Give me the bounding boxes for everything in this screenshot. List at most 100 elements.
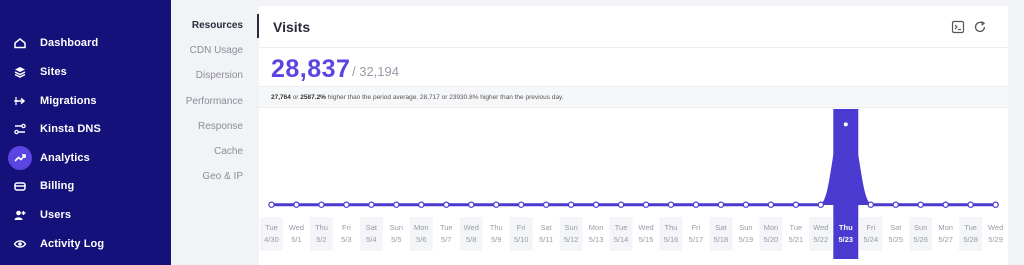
card-header: Visits bbox=[259, 6, 1008, 48]
data-point[interactable] bbox=[967, 201, 974, 208]
summary-text: 27,764 or 2587.2% higher than the period… bbox=[271, 94, 564, 101]
visits-card: Visits 28,837 / 32,194 27,764 or 2587.2%… bbox=[259, 6, 1008, 265]
data-point[interactable] bbox=[343, 201, 350, 208]
sidebar-item-users[interactable]: Users bbox=[0, 200, 171, 229]
data-point[interactable] bbox=[892, 201, 899, 208]
data-point[interactable] bbox=[592, 201, 600, 208]
terminal-icon[interactable] bbox=[951, 20, 965, 34]
subnav-item-resources[interactable]: Resources bbox=[192, 20, 243, 31]
subnav-item-cache[interactable]: Cache bbox=[214, 146, 243, 157]
sidebar-item-billing[interactable]: Billing bbox=[0, 171, 171, 200]
x-tick-day: Sat bbox=[541, 223, 553, 232]
x-tick-date: 5/12 bbox=[564, 235, 579, 244]
data-point[interactable] bbox=[992, 201, 999, 208]
migrate-icon bbox=[9, 90, 31, 112]
x-tick-date: 5/26 bbox=[913, 235, 928, 244]
x-tick-date: 5/28 bbox=[963, 235, 978, 244]
x-tick-day: Wed bbox=[813, 223, 828, 232]
billing-icon bbox=[9, 175, 31, 197]
layers-icon bbox=[9, 61, 31, 83]
x-tick-day: Tue bbox=[265, 223, 278, 232]
data-point[interactable] bbox=[792, 201, 800, 208]
data-point[interactable] bbox=[418, 201, 425, 208]
sidebar-item-sites[interactable]: Sites bbox=[0, 57, 171, 86]
data-point[interactable] bbox=[817, 201, 825, 208]
data-point[interactable] bbox=[567, 201, 575, 208]
sidebar-item-label: Dashboard bbox=[40, 36, 99, 49]
x-tick-day: Tue bbox=[790, 223, 803, 232]
x-tick-day: Sat bbox=[890, 223, 902, 232]
card-title: Visits bbox=[273, 19, 311, 35]
x-tick-date: 5/20 bbox=[764, 235, 779, 244]
x-tick-date: 5/7 bbox=[441, 235, 451, 244]
data-point[interactable] bbox=[393, 201, 400, 208]
data-point[interactable] bbox=[642, 201, 650, 208]
sidebar-item-label: Activity Log bbox=[40, 237, 105, 250]
x-tick-date: 5/4 bbox=[366, 235, 376, 244]
data-point[interactable] bbox=[767, 201, 775, 208]
x-tick-date: 5/9 bbox=[491, 235, 501, 244]
data-point[interactable] bbox=[443, 201, 450, 208]
sidebar-item-activity-log[interactable]: Activity Log bbox=[0, 229, 171, 258]
x-tick-day: Fri bbox=[342, 223, 351, 232]
x-tick-day: Fri bbox=[517, 223, 526, 232]
data-point[interactable] bbox=[268, 201, 275, 208]
visits-total: / 32,194 bbox=[352, 64, 399, 79]
sidebar-item-label: Kinsta DNS bbox=[40, 122, 101, 135]
data-point[interactable] bbox=[368, 201, 375, 208]
x-tick-day: Sat bbox=[715, 223, 727, 232]
subnav-item-geo-ip[interactable]: Geo & IP bbox=[202, 171, 243, 182]
x-tick-date: 5/16 bbox=[664, 235, 679, 244]
data-point[interactable] bbox=[717, 201, 725, 208]
add-user-icon bbox=[9, 204, 31, 226]
sidebar-item-kinsta-dns[interactable]: Kinsta DNS bbox=[0, 114, 171, 143]
data-point[interactable] bbox=[742, 201, 750, 208]
subnav-item-cdn-usage[interactable]: CDN Usage bbox=[190, 45, 243, 56]
refresh-icon[interactable] bbox=[973, 20, 987, 34]
subnav-item-performance[interactable]: Performance bbox=[186, 96, 243, 107]
x-tick-day: Mon bbox=[764, 223, 779, 232]
subnav-item-response[interactable]: Response bbox=[198, 121, 243, 132]
sidebar-item-migrations[interactable]: Migrations bbox=[0, 86, 171, 115]
x-tick-day: Wed bbox=[289, 223, 304, 232]
data-point[interactable] bbox=[468, 201, 475, 208]
data-point[interactable] bbox=[867, 201, 874, 208]
x-tick-day: Sun bbox=[564, 223, 577, 232]
x-tick-date: 5/13 bbox=[589, 235, 604, 244]
x-tick-day: Sun bbox=[739, 223, 752, 232]
x-tick-date: 5/27 bbox=[938, 235, 953, 244]
data-point[interactable] bbox=[542, 201, 550, 208]
data-point[interactable] bbox=[692, 201, 700, 208]
x-tick-day: Mon bbox=[589, 223, 604, 232]
x-tick-date: 5/21 bbox=[789, 235, 804, 244]
data-point[interactable] bbox=[617, 201, 625, 208]
x-tick-date: 5/3 bbox=[341, 235, 351, 244]
data-point[interactable] bbox=[517, 201, 525, 208]
sidebar-item-dashboard[interactable]: Dashboard bbox=[0, 28, 171, 57]
x-tick-date: 5/1 bbox=[291, 235, 301, 244]
x-tick-day: Thu bbox=[839, 223, 853, 232]
sidebar-item-label: Migrations bbox=[40, 94, 97, 107]
sidebar-item-analytics[interactable]: Analytics bbox=[0, 143, 171, 172]
trend-icon bbox=[8, 145, 32, 170]
x-tick-date: 5/17 bbox=[689, 235, 704, 244]
sidebar: Dashboard Sites Migrations Kinsta DNS Analyt… bbox=[0, 0, 171, 265]
x-tick-day: Mon bbox=[414, 223, 429, 232]
x-tick-day: Fri bbox=[692, 223, 701, 232]
data-point[interactable] bbox=[667, 201, 675, 208]
x-tick-date: 5/5 bbox=[391, 235, 401, 244]
data-point[interactable] bbox=[493, 201, 500, 208]
x-tick-date: 5/15 bbox=[639, 235, 654, 244]
data-point[interactable] bbox=[318, 201, 325, 208]
data-point[interactable] bbox=[942, 201, 949, 208]
visits-chart: Tue 4/30 Wed 5/1 Thu 5/2 Fri 5/3 Sat 5/4 Sun 5/5 Mon… bbox=[260, 109, 1008, 259]
data-point[interactable] bbox=[917, 201, 924, 208]
sidebar-item-label: Users bbox=[40, 208, 72, 221]
subnav-item-dispersion[interactable]: Dispersion bbox=[196, 70, 243, 81]
x-tick-date: 5/22 bbox=[814, 235, 829, 244]
series-line bbox=[271, 122, 996, 207]
data-point[interactable] bbox=[293, 201, 300, 208]
data-point[interactable] bbox=[842, 121, 849, 128]
x-tick-day: Thu bbox=[490, 223, 503, 232]
dns-icon bbox=[9, 118, 31, 140]
